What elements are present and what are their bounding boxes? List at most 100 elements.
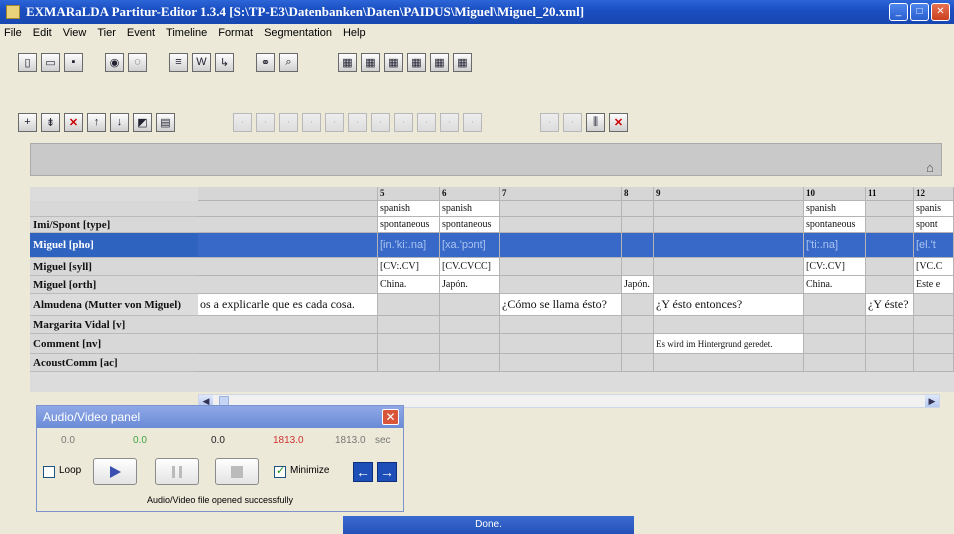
event-cell[interactable]: spanish (378, 201, 440, 217)
tier-properties-icon[interactable]: ◩ (133, 112, 152, 132)
menu-event[interactable]: Event (127, 27, 155, 39)
event-cell[interactable]: [CV:.CV] (378, 258, 440, 276)
tier-label[interactable]: Imi/Spont [type] (30, 217, 198, 233)
event-cell[interactable]: os a explicarle que es cada cosa. (198, 294, 378, 316)
open-folder-icon[interactable]: ▭ (41, 52, 60, 72)
event-tool-icon-4[interactable]: · (302, 112, 321, 132)
event-cell[interactable]: [CV:.CV] (804, 258, 866, 276)
event-cell[interactable]: [VC.C (914, 258, 954, 276)
tier-format-icon[interactable]: ▤ (156, 112, 175, 132)
partitur-format-icon-1[interactable]: ▦ (338, 52, 357, 72)
document-icon[interactable]: ≡ (169, 52, 188, 72)
timeline-icon-1[interactable]: · (540, 112, 559, 132)
event-tool-icon-9[interactable]: · (417, 112, 436, 132)
minimize-checkbox[interactable] (274, 464, 286, 478)
partitur-format-icon-6[interactable]: ▦ (453, 52, 472, 72)
partitur-format-icon-4[interactable]: ▦ (407, 52, 426, 72)
tier-label[interactable]: AcoustComm [ac] (30, 354, 198, 372)
remove-timeline-icon[interactable]: ✕ (609, 112, 628, 132)
event-cell[interactable]: [CV.CVCC] (440, 258, 500, 276)
split-icon[interactable]: ⫼ (586, 112, 605, 132)
partitur-format-icon-3[interactable]: ▦ (384, 52, 403, 72)
forward-arrow-icon[interactable]: → (377, 462, 397, 482)
event-tool-icon-3[interactable]: · (279, 112, 298, 132)
event-cell[interactable]: [in.'ki:.na] (378, 233, 440, 258)
tier-label[interactable]: Comment [nv] (30, 334, 198, 354)
partitur-format-icon-5[interactable]: ▦ (430, 52, 449, 72)
pause-button[interactable] (155, 458, 199, 485)
new-file-icon[interactable]: ▯ (18, 52, 37, 72)
scroll-right-icon[interactable]: ▶ (925, 395, 939, 407)
maximize-button[interactable]: □ (910, 3, 929, 21)
event-cell[interactable]: ¿Cómo se llama ésto? (500, 294, 622, 316)
menu-view[interactable]: View (63, 27, 87, 39)
menu-segmentation[interactable]: Segmentation (264, 27, 332, 39)
event-cell[interactable]: spanish (440, 201, 500, 217)
event-cell[interactable]: China. (378, 276, 440, 294)
menu-timeline[interactable]: Timeline (166, 27, 207, 39)
event-tool-icon-7[interactable]: · (371, 112, 390, 132)
column-header[interactable]: 9 (654, 187, 804, 201)
partitur-format-icon-2[interactable]: ▦ (361, 52, 380, 72)
event-cell[interactable]: Este e (914, 276, 954, 294)
event-tool-icon-5[interactable]: · (325, 112, 344, 132)
event-cell[interactable]: Es wird im Hintergrund geredet. (654, 334, 804, 354)
word-icon[interactable]: W (192, 52, 211, 72)
tier-label[interactable]: Margarita Vidal [v] (30, 316, 198, 334)
event-tool-icon-6[interactable]: · (348, 112, 367, 132)
event-cell[interactable]: spanis (914, 201, 954, 217)
column-header[interactable]: 5 (378, 187, 440, 201)
event-cell[interactable]: China. (804, 276, 866, 294)
export-icon[interactable]: ↳ (215, 52, 234, 72)
event-cell[interactable]: [el.'t (914, 233, 954, 258)
minimize-button[interactable]: _ (889, 3, 908, 21)
column-header[interactable]: 7 (500, 187, 622, 201)
menu-file[interactable]: File (4, 27, 22, 39)
event-cell[interactable]: spontaneous (440, 217, 500, 233)
event-cell[interactable]: ['ti:.na] (804, 233, 866, 258)
ear-icon[interactable]: ◉ (105, 52, 124, 72)
move-tier-down-icon[interactable]: ↓ (110, 112, 129, 132)
event-cell[interactable]: spont (914, 217, 954, 233)
event-tool-icon-2[interactable]: · (256, 112, 275, 132)
insert-tier-icon[interactable]: ⇟ (41, 112, 60, 132)
event-cell[interactable]: spontaneous (804, 217, 866, 233)
link-icon[interactable]: ⚭ (256, 52, 275, 72)
menu-edit[interactable]: Edit (33, 27, 52, 39)
speech-bubble-icon[interactable]: ◌ (128, 52, 147, 72)
add-tier-icon[interactable]: + (18, 112, 37, 132)
timeline-icon-2[interactable]: · (563, 112, 582, 132)
delete-tier-icon[interactable]: ✕ (64, 112, 83, 132)
av-panel-close-button[interactable]: ✕ (382, 409, 399, 425)
event-tool-icon-8[interactable]: · (394, 112, 413, 132)
event-cell[interactable]: spanish (804, 201, 866, 217)
search-icon[interactable]: ⌕ (279, 52, 298, 72)
av-panel-titlebar[interactable]: Audio/Video panel ✕ (37, 406, 403, 428)
column-header[interactable]: 10 (804, 187, 866, 201)
event-cell[interactable]: spontaneous (378, 217, 440, 233)
menu-format[interactable]: Format (218, 27, 253, 39)
play-button[interactable] (93, 458, 137, 485)
event-tool-icon-1[interactable]: · (233, 112, 252, 132)
loop-checkbox[interactable] (43, 466, 55, 478)
column-header[interactable]: 8 (622, 187, 654, 201)
tier-label[interactable]: Miguel [pho] (30, 233, 198, 258)
event-editor-strip[interactable] (30, 143, 942, 176)
event-cell[interactable]: ¿Y éste? (866, 294, 914, 316)
tier-label[interactable]: Miguel [orth] (30, 276, 198, 294)
event-cell[interactable]: [xa.'pɔnt] (440, 233, 500, 258)
column-header[interactable]: 12 (914, 187, 954, 201)
column-header[interactable]: 11 (866, 187, 914, 201)
lock-icon[interactable]: ⌂ (926, 160, 944, 176)
tier-label[interactable]: Miguel [syll] (30, 258, 198, 276)
stop-button[interactable] (215, 458, 259, 485)
event-cell[interactable]: Japón. (622, 276, 654, 294)
menu-tier[interactable]: Tier (97, 27, 116, 39)
column-header[interactable]: 6 (440, 187, 500, 201)
move-tier-up-icon[interactable]: ↑ (87, 112, 106, 132)
back-arrow-icon[interactable]: ← (353, 462, 373, 482)
close-button[interactable]: ✕ (931, 3, 950, 21)
menu-help[interactable]: Help (343, 27, 366, 39)
save-icon[interactable]: ▪ (64, 52, 83, 72)
event-tool-icon-10[interactable]: · (440, 112, 459, 132)
